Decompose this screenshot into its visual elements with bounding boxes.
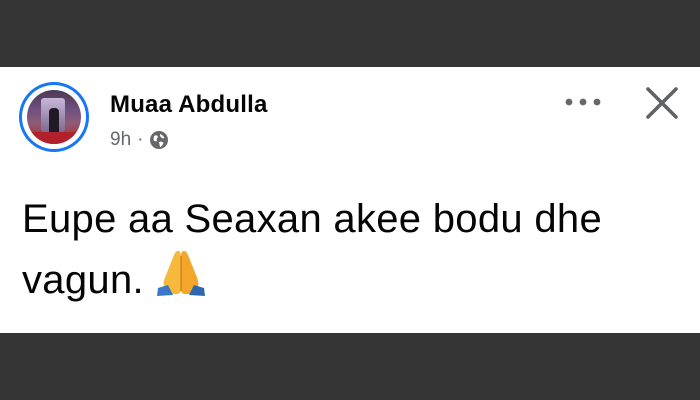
post-card: Muaa Abdulla 9h · Eupe aa Seaxan akee bo… (0, 67, 700, 333)
more-horizontal-icon (565, 98, 601, 106)
more-options-button[interactable] (560, 85, 606, 119)
avatar[interactable] (22, 85, 86, 149)
post-text-content: Eupe aa Seaxan akee bodu dhe vagun. (22, 197, 603, 302)
author-name[interactable]: Muaa Abdulla (110, 91, 268, 119)
post-time[interactable]: 9h (110, 129, 131, 151)
close-button[interactable] (638, 81, 686, 125)
folded-hands-emoji (154, 247, 208, 297)
globe-icon[interactable] (149, 130, 169, 150)
post-meta: 9h · (110, 129, 169, 151)
avatar-photo (27, 90, 81, 144)
meta-separator: · (137, 129, 144, 150)
close-icon (646, 87, 678, 119)
post-text: Eupe aa Seaxan akee bodu dhe vagun. (22, 191, 682, 308)
